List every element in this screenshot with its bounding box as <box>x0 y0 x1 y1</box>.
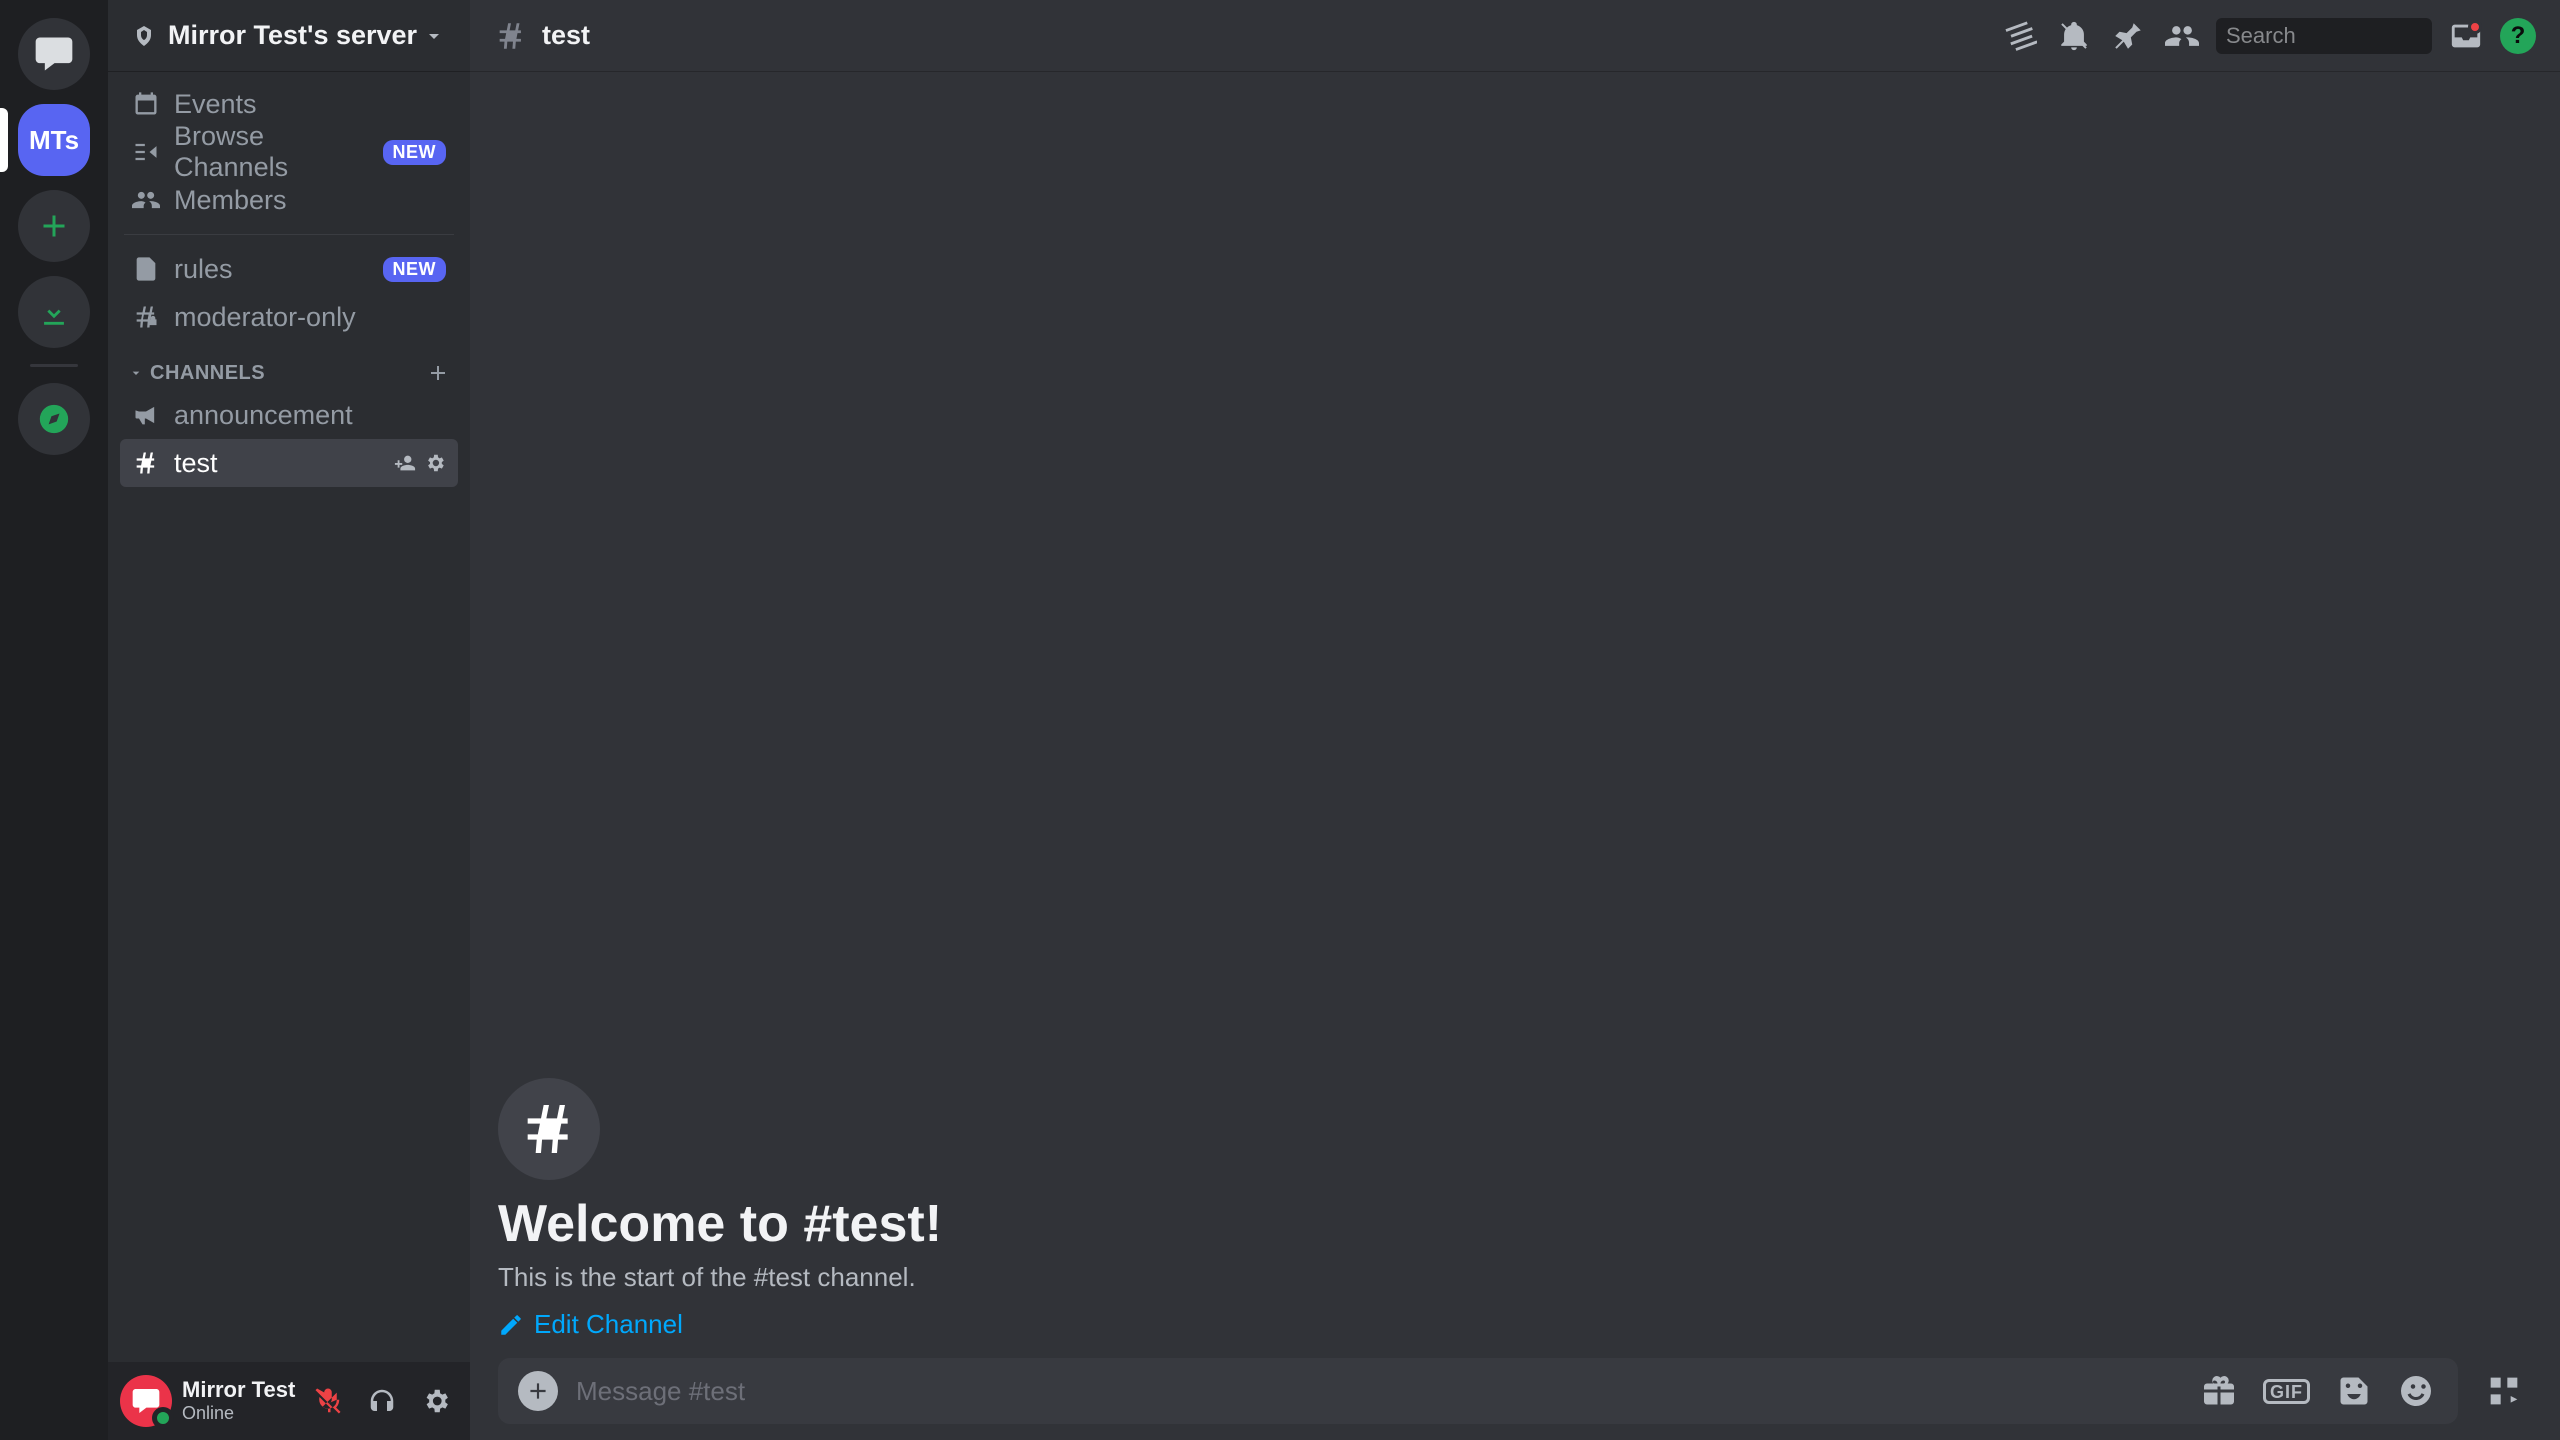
browse-icon <box>132 138 160 166</box>
attach-button[interactable] <box>518 1371 558 1411</box>
gift-button[interactable] <box>2197 1369 2241 1413</box>
member-list-button[interactable] <box>2162 16 2202 56</box>
nav-members[interactable]: Members <box>120 176 458 224</box>
server-name: Mirror Test's server <box>168 20 422 51</box>
channel-header: test ? <box>470 0 2560 72</box>
server-rail: MTs <box>0 0 108 1440</box>
user-settings-button[interactable] <box>414 1379 458 1423</box>
channel-welcome: Welcome to #test! This is the start of t… <box>498 1078 2532 1358</box>
new-badge: NEW <box>383 257 447 282</box>
user-status: Online <box>182 1403 295 1424</box>
calendar-icon <box>132 90 160 118</box>
nav-label: Members <box>174 185 446 216</box>
mute-mic-button[interactable] <box>306 1379 350 1423</box>
channel-label: announcement <box>174 400 446 431</box>
pencil-icon <box>498 1312 524 1338</box>
server-tile-active[interactable]: MTs <box>18 104 90 176</box>
welcome-title: Welcome to #test! <box>498 1194 2532 1254</box>
rail-separator <box>30 364 78 367</box>
nav-label: Events <box>174 89 446 120</box>
server-boost-icon <box>132 24 156 48</box>
server-header[interactable]: Mirror Test's server <box>108 0 470 72</box>
message-area: Welcome to #test! This is the start of t… <box>470 72 2560 1440</box>
edit-channel-link[interactable]: Edit Channel <box>498 1309 2532 1340</box>
main-content: test ? Welcome to #test! This is the sta… <box>470 0 2560 1440</box>
threads-button[interactable] <box>2000 16 2040 56</box>
channel-sidebar: Mirror Test's server Events Browse Chann… <box>108 0 470 1440</box>
user-avatar[interactable] <box>120 1375 172 1427</box>
pinned-messages-button[interactable] <box>2108 16 2148 56</box>
welcome-hash-icon <box>498 1078 600 1180</box>
channel-rules[interactable]: rules NEW <box>120 245 458 293</box>
deafen-button[interactable] <box>360 1379 404 1423</box>
channel-announcement[interactable]: announcement <box>120 391 458 439</box>
message-composer: GIF <box>498 1358 2458 1424</box>
rules-icon <box>132 255 160 283</box>
nav-label: Browse Channels <box>174 121 369 183</box>
user-name: Mirror Test <box>182 1378 295 1402</box>
channel-label: moderator-only <box>174 302 446 333</box>
notification-mute-button[interactable] <box>2054 16 2094 56</box>
status-online-icon <box>152 1407 174 1429</box>
chevron-down-icon <box>128 365 144 381</box>
hash-icon <box>494 19 528 53</box>
direct-messages-button[interactable] <box>18 18 90 90</box>
chevron-down-icon <box>422 24 446 48</box>
inbox-button[interactable] <box>2446 16 2486 56</box>
search-box[interactable] <box>2216 18 2432 54</box>
nav-browse-channels[interactable]: Browse Channels NEW <box>120 128 458 176</box>
channel-moderator-only[interactable]: moderator-only <box>120 293 458 341</box>
download-apps-button[interactable] <box>18 276 90 348</box>
emoji-button[interactable] <box>2394 1369 2438 1413</box>
channel-label: test <box>174 448 380 479</box>
invite-people-icon[interactable] <box>394 452 416 474</box>
sidebar-separator <box>124 234 454 235</box>
server-initials: MTs <box>29 125 79 156</box>
channel-test[interactable]: test <box>120 439 458 487</box>
hash-lock-icon <box>132 303 160 331</box>
user-info[interactable]: Mirror Test Online <box>182 1378 295 1423</box>
hash-icon <box>132 449 160 477</box>
unread-indicator <box>2468 20 2482 34</box>
apps-button[interactable] <box>2476 1358 2532 1424</box>
edit-channel-label: Edit Channel <box>534 1309 683 1340</box>
members-icon <box>132 186 160 214</box>
channel-settings-icon[interactable] <box>424 452 446 474</box>
welcome-subtitle: This is the start of the #test channel. <box>498 1262 2532 1293</box>
megaphone-icon <box>132 401 160 429</box>
category-label: CHANNELS <box>150 362 420 385</box>
gif-button[interactable]: GIF <box>2259 1375 2314 1408</box>
message-input[interactable] <box>576 1376 2179 1407</box>
sticker-button[interactable] <box>2332 1369 2376 1413</box>
channel-label: rules <box>174 254 369 285</box>
add-server-button[interactable] <box>18 190 90 262</box>
user-panel: Mirror Test Online <box>108 1362 470 1440</box>
new-badge: NEW <box>383 140 447 165</box>
channel-title: test <box>542 20 590 51</box>
explore-servers-button[interactable] <box>18 383 90 455</box>
channel-category[interactable]: CHANNELS <box>120 341 458 391</box>
create-channel-icon[interactable] <box>426 361 450 385</box>
help-button[interactable]: ? <box>2500 18 2536 54</box>
